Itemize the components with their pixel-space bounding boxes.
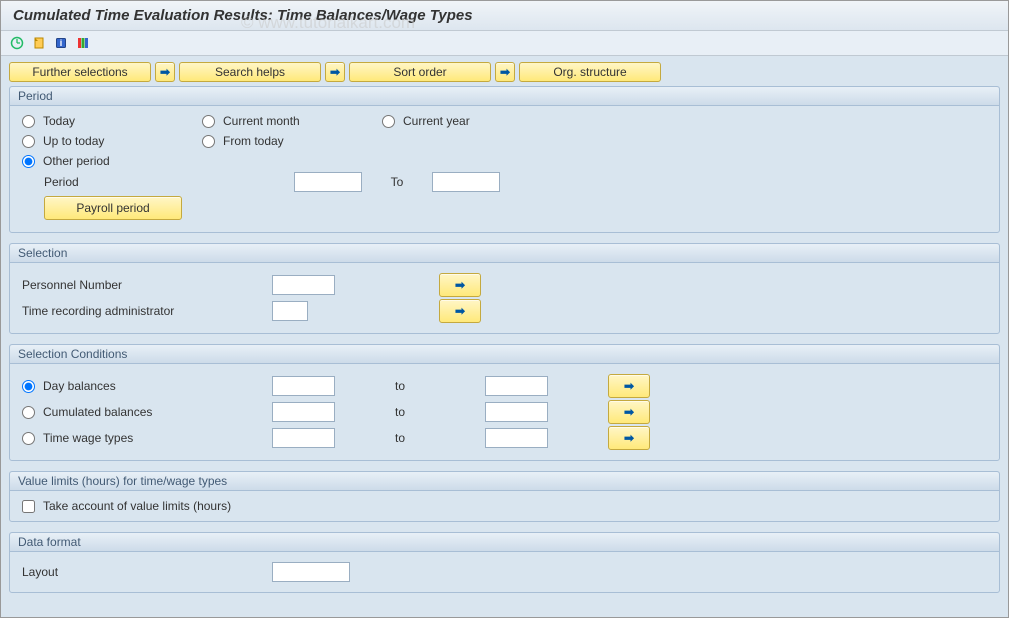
value-limits-checkbox-label: Take account of value limits (hours) (43, 499, 231, 513)
label-current-month: Current month (223, 114, 300, 128)
day-balances-multi-button[interactable]: ➡ (608, 374, 650, 398)
top-button-row: Further selections ➡ Search helps ➡ Sort… (9, 62, 1000, 82)
radio-time-wage-types[interactable]: Time wage types (22, 431, 272, 445)
to-label-2: to (335, 405, 485, 419)
period-label: Period (22, 175, 294, 189)
time-rec-admin-label: Time recording administrator (22, 304, 272, 318)
period-group-title: Period (10, 87, 999, 106)
label-up-to-today: Up to today (43, 134, 104, 148)
title-bar: Cumulated Time Evaluation Results: Time … (1, 1, 1008, 31)
layout-input[interactable] (272, 562, 350, 582)
arrow-button-3[interactable]: ➡ (495, 62, 515, 82)
search-helps-label: Search helps (215, 65, 285, 79)
info-icon[interactable]: i (53, 35, 69, 51)
time-wage-types-to-input[interactable] (485, 428, 548, 448)
period-to-input[interactable] (432, 172, 500, 192)
svg-text:i: i (60, 38, 63, 48)
selection-group: Selection Personnel Number ➡ Time record… (9, 243, 1000, 334)
cumulated-balances-multi-button[interactable]: ➡ (608, 400, 650, 424)
value-limits-title: Value limits (hours) for time/wage types (10, 472, 999, 491)
execute-icon[interactable] (9, 35, 25, 51)
payroll-period-label: Payroll period (76, 201, 149, 215)
label-current-year: Current year (403, 114, 470, 128)
time-rec-admin-input[interactable] (272, 301, 308, 321)
label-from-today: From today (223, 134, 284, 148)
further-selections-button[interactable]: Further selections (9, 62, 151, 82)
toolbar: i (1, 31, 1008, 56)
color-legend-icon[interactable] (75, 35, 91, 51)
value-limits-group: Value limits (hours) for time/wage types… (9, 471, 1000, 522)
radio-current-year[interactable]: Current year (382, 114, 562, 128)
label-other-period: Other period (43, 154, 110, 168)
org-structure-button[interactable]: Org. structure (519, 62, 661, 82)
arrow-right-icon: ➡ (624, 405, 634, 419)
label-today: Today (43, 114, 75, 128)
cumulated-balances-to-input[interactable] (485, 402, 548, 422)
arrow-right-icon: ➡ (500, 65, 510, 79)
period-from-input[interactable] (294, 172, 362, 192)
arrow-right-icon: ➡ (455, 278, 465, 292)
data-format-title: Data format (10, 533, 999, 552)
arrow-right-icon: ➡ (330, 65, 340, 79)
time-rec-admin-multi-button[interactable]: ➡ (439, 299, 481, 323)
radio-cumulated-balances[interactable]: Cumulated balances (22, 405, 272, 419)
label-day-balances: Day balances (43, 379, 116, 393)
arrow-button-2[interactable]: ➡ (325, 62, 345, 82)
personnel-number-input[interactable] (272, 275, 335, 295)
payroll-period-button[interactable]: Payroll period (44, 196, 182, 220)
label-time-wage-types: Time wage types (43, 431, 133, 445)
sort-order-button[interactable]: Sort order (349, 62, 491, 82)
to-label-1: to (335, 379, 485, 393)
to-label-3: to (335, 431, 485, 445)
arrow-right-icon: ➡ (455, 304, 465, 318)
search-helps-button[interactable]: Search helps (179, 62, 321, 82)
cumulated-balances-from-input[interactable] (272, 402, 335, 422)
content-area: Further selections ➡ Search helps ➡ Sort… (1, 56, 1008, 617)
page-title: Cumulated Time Evaluation Results: Time … (13, 7, 473, 24)
period-group: Period Today Current month Current year … (9, 86, 1000, 233)
time-wage-types-multi-button[interactable]: ➡ (608, 426, 650, 450)
sort-order-label: Sort order (393, 65, 446, 79)
radio-today[interactable]: Today (22, 114, 202, 128)
day-balances-to-input[interactable] (485, 376, 548, 396)
arrow-right-icon: ➡ (624, 379, 634, 393)
value-limits-checkbox[interactable]: Take account of value limits (hours) (22, 499, 987, 513)
arrow-right-icon: ➡ (160, 65, 170, 79)
selection-group-title: Selection (10, 244, 999, 263)
day-balances-from-input[interactable] (272, 376, 335, 396)
radio-up-to-today[interactable]: Up to today (22, 134, 202, 148)
radio-day-balances[interactable]: Day balances (22, 379, 272, 393)
sap-window: Cumulated Time Evaluation Results: Time … (0, 0, 1009, 618)
radio-current-month[interactable]: Current month (202, 114, 382, 128)
arrow-button-1[interactable]: ➡ (155, 62, 175, 82)
period-to-label: To (362, 175, 432, 189)
selection-conditions-group: Selection Conditions Day balances to ➡ C… (9, 344, 1000, 461)
selection-conditions-title: Selection Conditions (10, 345, 999, 364)
layout-label: Layout (22, 565, 272, 579)
get-variant-icon[interactable] (31, 35, 47, 51)
further-selections-label: Further selections (32, 65, 127, 79)
time-wage-types-from-input[interactable] (272, 428, 335, 448)
arrow-right-icon: ➡ (624, 431, 634, 445)
personnel-number-multi-button[interactable]: ➡ (439, 273, 481, 297)
org-structure-label: Org. structure (553, 65, 626, 79)
data-format-group: Data format Layout (9, 532, 1000, 593)
radio-other-period[interactable]: Other period (22, 154, 202, 168)
personnel-number-label: Personnel Number (22, 278, 272, 292)
label-cumulated-balances: Cumulated balances (43, 405, 152, 419)
radio-from-today[interactable]: From today (202, 134, 382, 148)
